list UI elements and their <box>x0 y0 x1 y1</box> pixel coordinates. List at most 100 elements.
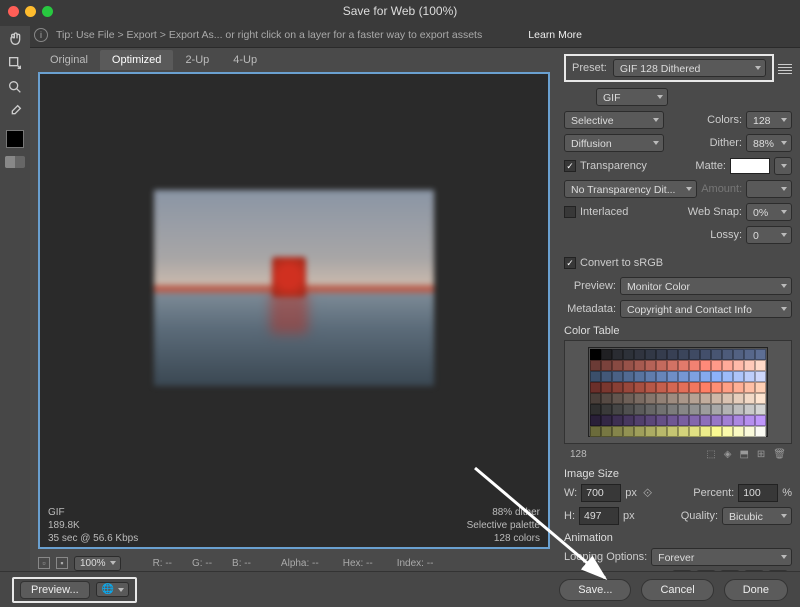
color-swatch[interactable] <box>700 404 711 415</box>
color-swatch[interactable] <box>645 404 656 415</box>
color-swatch[interactable] <box>623 382 634 393</box>
color-swatch[interactable] <box>634 349 645 360</box>
color-swatch[interactable] <box>744 404 755 415</box>
color-swatch[interactable] <box>755 371 766 382</box>
color-swatch[interactable] <box>601 393 612 404</box>
color-swatch[interactable] <box>733 404 744 415</box>
color-swatch[interactable] <box>678 415 689 426</box>
color-swatch[interactable] <box>601 349 612 360</box>
canvas-frame[interactable]: GIF 189.8K 35 sec @ 56.6 Kbps 88% dither… <box>38 72 550 549</box>
tab-2up[interactable]: 2-Up <box>173 50 221 70</box>
color-swatch[interactable] <box>733 415 744 426</box>
color-swatch[interactable] <box>645 426 656 437</box>
color-swatch[interactable] <box>733 382 744 393</box>
color-swatch[interactable] <box>700 349 711 360</box>
color-swatch[interactable] <box>733 360 744 371</box>
color-swatch[interactable] <box>711 382 722 393</box>
cancel-button[interactable]: Cancel <box>641 579 713 601</box>
color-reduction-select[interactable]: Selective <box>564 111 664 129</box>
color-swatch[interactable] <box>656 393 667 404</box>
colors-select[interactable]: 128 <box>746 111 792 129</box>
color-swatch[interactable] <box>634 404 645 415</box>
transparency-checkbox[interactable] <box>564 160 576 172</box>
color-swatch[interactable] <box>645 371 656 382</box>
color-swatch[interactable] <box>711 426 722 437</box>
delete-color-icon[interactable]: 🗑 <box>773 449 786 460</box>
color-swatch[interactable] <box>700 415 711 426</box>
color-swatch[interactable] <box>667 393 678 404</box>
color-swatch[interactable] <box>722 371 733 382</box>
color-swatch[interactable] <box>667 360 678 371</box>
dither-value-select[interactable]: 88% <box>746 134 792 152</box>
learn-more-link[interactable]: Learn More <box>518 25 592 45</box>
color-swatch[interactable] <box>590 382 601 393</box>
color-swatch[interactable] <box>755 415 766 426</box>
tab-optimized[interactable]: Optimized <box>100 50 174 70</box>
color-swatch[interactable] <box>711 360 722 371</box>
color-swatch[interactable] <box>711 393 722 404</box>
color-swatch[interactable] <box>623 415 634 426</box>
color-swatch[interactable] <box>667 404 678 415</box>
color-swatch[interactable] <box>700 382 711 393</box>
color-swatch[interactable] <box>623 371 634 382</box>
slice-visibility-toggle[interactable] <box>5 156 25 168</box>
color-swatch[interactable] <box>744 349 755 360</box>
color-swatch[interactable] <box>623 360 634 371</box>
preset-select[interactable]: GIF 128 Dithered <box>613 59 766 77</box>
color-swatch[interactable] <box>612 415 623 426</box>
color-swatch[interactable] <box>612 371 623 382</box>
color-swatch[interactable] <box>612 426 623 437</box>
color-swatch[interactable] <box>711 349 722 360</box>
color-swatch[interactable] <box>689 426 700 437</box>
transparency-dither-select[interactable]: No Transparency Dit... <box>564 180 697 198</box>
color-swatch[interactable] <box>601 404 612 415</box>
color-swatch[interactable] <box>623 426 634 437</box>
color-swatch[interactable] <box>656 349 667 360</box>
color-swatch[interactable] <box>678 426 689 437</box>
color-swatch[interactable] <box>623 404 634 415</box>
websnap-select[interactable]: 0% <box>746 203 792 221</box>
color-swatch[interactable] <box>612 404 623 415</box>
color-swatch[interactable] <box>590 426 601 437</box>
preview-mode-select[interactable]: Monitor Color <box>620 277 792 295</box>
color-swatch[interactable] <box>590 404 601 415</box>
color-swatch[interactable] <box>623 393 634 404</box>
color-swatch[interactable] <box>722 404 733 415</box>
color-swatch[interactable] <box>601 426 612 437</box>
zoom-tool-icon[interactable] <box>3 76 27 98</box>
color-swatch[interactable] <box>623 349 634 360</box>
color-swatch[interactable] <box>755 360 766 371</box>
color-swatch[interactable] <box>722 415 733 426</box>
eyedropper-tool-icon[interactable] <box>3 100 27 122</box>
color-swatch[interactable] <box>667 415 678 426</box>
color-table-grid[interactable] <box>588 347 768 437</box>
matte-dropdown-icon[interactable] <box>774 157 792 175</box>
lock-color-icon[interactable]: ⬚ <box>706 449 715 460</box>
color-swatch[interactable] <box>667 371 678 382</box>
color-swatch[interactable] <box>634 360 645 371</box>
color-swatch[interactable] <box>656 360 667 371</box>
color-swatch[interactable] <box>667 349 678 360</box>
color-swatch[interactable] <box>722 393 733 404</box>
color-swatch[interactable] <box>678 360 689 371</box>
color-swatch[interactable] <box>722 382 733 393</box>
hand-tool-icon[interactable] <box>3 28 27 50</box>
color-swatch[interactable] <box>634 382 645 393</box>
color-swatch[interactable] <box>678 382 689 393</box>
interlaced-checkbox[interactable] <box>564 206 576 218</box>
slice-select-tool-icon[interactable] <box>3 52 27 74</box>
color-swatch[interactable] <box>612 393 623 404</box>
color-swatch[interactable] <box>678 371 689 382</box>
color-swatch[interactable] <box>700 360 711 371</box>
map-color-icon[interactable]: ◈ <box>724 449 732 460</box>
quality-select[interactable]: Bicubic <box>722 507 792 525</box>
tab-original[interactable]: Original <box>38 50 100 70</box>
color-swatch[interactable] <box>678 393 689 404</box>
color-swatch[interactable] <box>612 382 623 393</box>
color-swatch[interactable] <box>678 404 689 415</box>
color-swatch[interactable] <box>711 371 722 382</box>
color-swatch[interactable] <box>601 382 612 393</box>
format-select[interactable]: GIF <box>596 88 668 106</box>
color-swatch[interactable] <box>612 349 623 360</box>
color-swatch[interactable] <box>755 393 766 404</box>
